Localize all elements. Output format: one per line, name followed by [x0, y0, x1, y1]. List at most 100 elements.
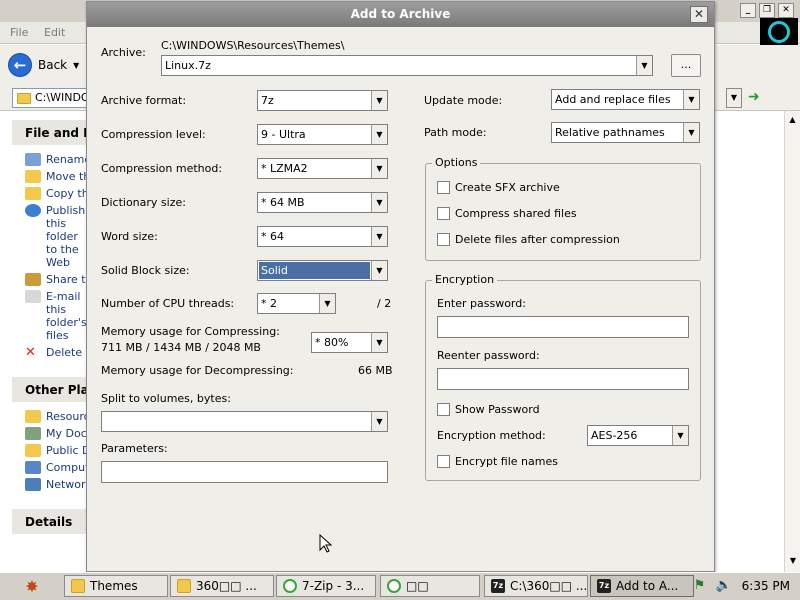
mem-decompress-label: Memory usage for Decompressing:: [101, 364, 294, 377]
chevron-down-icon[interactable]: ▼: [683, 90, 699, 109]
copy-icon: [25, 187, 41, 200]
mem-percent-combo[interactable]: * 80% ▼: [311, 332, 388, 353]
address-text: C:\WINDOWS\Resources\Themes: [35, 91, 87, 104]
dictionary-label: Dictionary size:: [101, 196, 186, 209]
path-mode-combo[interactable]: Relative pathnames ▼: [551, 122, 700, 143]
update-mode-combo[interactable]: Add and replace files ▼: [551, 89, 700, 110]
delete-after-checkbox[interactable]: Delete files after compression: [437, 233, 620, 246]
options-title: Options: [432, 156, 481, 169]
password-input[interactable]: [437, 316, 689, 338]
place-resources[interactable]: Resources: [25, 410, 86, 423]
threads-combo[interactable]: * 2 ▼: [257, 293, 336, 314]
encryption-title: Encryption: [432, 273, 498, 286]
chevron-down-icon[interactable]: ▼: [371, 193, 387, 212]
encryption-method-label: Encryption method:: [437, 429, 546, 442]
chevron-down-icon[interactable]: ▼: [371, 227, 387, 246]
window-controls: _ ❐ ✕: [740, 3, 794, 18]
parameters-input[interactable]: [101, 461, 388, 483]
solid-block-label: Solid Block size:: [101, 264, 190, 277]
folder-icon: [177, 579, 191, 593]
taskbar-item-active[interactable]: 7z Add to A...: [590, 575, 694, 597]
file-folder-tasks-panel: File and Folder Tasks Rename this folder…: [12, 120, 86, 367]
chevron-down-icon: ▼: [73, 60, 80, 70]
other-places-panel: Other Places Resources My Documents Publ…: [12, 377, 86, 499]
word-size-combo[interactable]: * 64 ▼: [257, 226, 388, 247]
encrypt-filenames-checkbox[interactable]: Encrypt file names: [437, 455, 558, 468]
folder-icon: [17, 93, 31, 104]
clock[interactable]: 6:35 PM: [742, 579, 790, 593]
reenter-password-input[interactable]: [437, 368, 689, 390]
encryption-method-combo[interactable]: AES-256 ▼: [587, 425, 689, 446]
back-button[interactable]: ← Back ▼: [8, 53, 79, 77]
split-combo[interactable]: ▼: [101, 411, 388, 432]
browser-icon: [283, 579, 297, 593]
panel-title[interactable]: Details: [12, 509, 86, 534]
browse-button[interactable]: ...: [671, 54, 701, 77]
place-computer[interactable]: Computer: [25, 461, 86, 474]
chevron-down-icon[interactable]: ▼: [636, 56, 652, 75]
update-mode-label: Update mode:: [424, 94, 503, 107]
mouse-cursor-icon: [319, 534, 333, 553]
dictionary-combo[interactable]: * 64 MB ▼: [257, 192, 388, 213]
dialog-close-button[interactable]: ✕: [690, 6, 708, 23]
task-share[interactable]: Share this folder: [25, 273, 86, 286]
volume-icon[interactable]: 🔈: [715, 578, 731, 593]
details-panel: Details: [12, 509, 86, 534]
chevron-down-icon[interactable]: ▼: [672, 426, 688, 445]
maximize-button[interactable]: ❐: [759, 3, 775, 18]
taskbar-item[interactable]: 360□□ ...: [170, 575, 274, 597]
menu-edit[interactable]: Edit: [44, 26, 65, 39]
threads-label: Number of CPU threads:: [101, 297, 235, 310]
chevron-down-icon[interactable]: ▼: [319, 294, 335, 313]
parameters-label: Parameters:: [101, 442, 168, 455]
dialog-title: Add to Archive: [87, 2, 714, 27]
solid-block-combo[interactable]: Solid ▼: [257, 260, 388, 281]
chevron-down-icon[interactable]: ▼: [371, 412, 387, 431]
task-copy[interactable]: Copy this folder: [25, 187, 86, 200]
taskbar: ✸ Themes 360□□ ... 7-Zip - 3... □□ 7z C:\…: [0, 572, 800, 600]
level-combo[interactable]: 9 - Ultra ▼: [257, 124, 388, 145]
close-window-button[interactable]: ✕: [778, 3, 794, 18]
menu-file[interactable]: File: [10, 26, 28, 39]
go-arrow-icon[interactable]: ➜: [748, 89, 766, 107]
place-network[interactable]: Network: [25, 478, 86, 491]
word-size-label: Word size:: [101, 230, 158, 243]
minimize-button[interactable]: _: [740, 3, 756, 18]
compress-shared-checkbox[interactable]: Compress shared files: [437, 207, 577, 220]
archive-name-combo[interactable]: Linux.7z ▼: [161, 55, 653, 76]
chevron-down-icon[interactable]: ▼: [371, 159, 387, 178]
chevron-down-icon[interactable]: ▼: [683, 123, 699, 142]
task-email[interactable]: E-mail this folder's files: [25, 290, 86, 342]
chevron-down-icon[interactable]: ▼: [371, 125, 387, 144]
scroll-up-icon[interactable]: ▲: [786, 113, 800, 127]
panel-title[interactable]: Other Places: [12, 377, 86, 402]
format-combo[interactable]: 7z ▼: [257, 90, 388, 111]
task-rename[interactable]: Rename this folder: [25, 153, 86, 166]
panel-title[interactable]: File and Folder Tasks: [12, 120, 86, 145]
create-sfx-checkbox[interactable]: Create SFX archive: [437, 181, 560, 194]
start-button[interactable]: ✸: [18, 576, 46, 598]
chevron-down-icon[interactable]: ▼: [371, 91, 387, 110]
method-combo[interactable]: * LZMA2 ▼: [257, 158, 388, 179]
vertical-scrollbar[interactable]: ▲ ▼: [784, 111, 800, 572]
address-input[interactable]: C:\WINDOWS\Resources\Themes: [12, 88, 88, 108]
show-password-checkbox[interactable]: Show Password: [437, 403, 540, 416]
taskbar-item[interactable]: □□: [380, 575, 480, 597]
taskbar-item[interactable]: 7z C:\360□□ ...: [484, 575, 588, 597]
place-my-documents[interactable]: My Documents: [25, 427, 86, 440]
folder-icon: [25, 444, 41, 457]
taskbar-item[interactable]: 7-Zip - 3...: [276, 575, 376, 597]
documents-icon: [25, 427, 41, 440]
chevron-down-icon[interactable]: ▼: [371, 333, 387, 352]
encryption-group: Encryption Enter password: Reenter passw…: [425, 273, 701, 481]
task-delete[interactable]: ✕Delete this folder: [25, 346, 86, 359]
task-publish[interactable]: Publish this folder to the Web: [25, 204, 86, 269]
task-move[interactable]: Move this folder: [25, 170, 86, 183]
taskbar-item[interactable]: Themes: [64, 575, 168, 597]
method-label: Compression method:: [101, 162, 223, 175]
scroll-down-icon[interactable]: ▼: [786, 554, 800, 568]
address-dropdown-button[interactable]: ▼: [726, 88, 742, 108]
place-public[interactable]: Public Documents: [25, 444, 86, 457]
tray-app-icon[interactable]: ⚑: [694, 578, 706, 593]
chevron-down-icon[interactable]: ▼: [371, 261, 387, 280]
